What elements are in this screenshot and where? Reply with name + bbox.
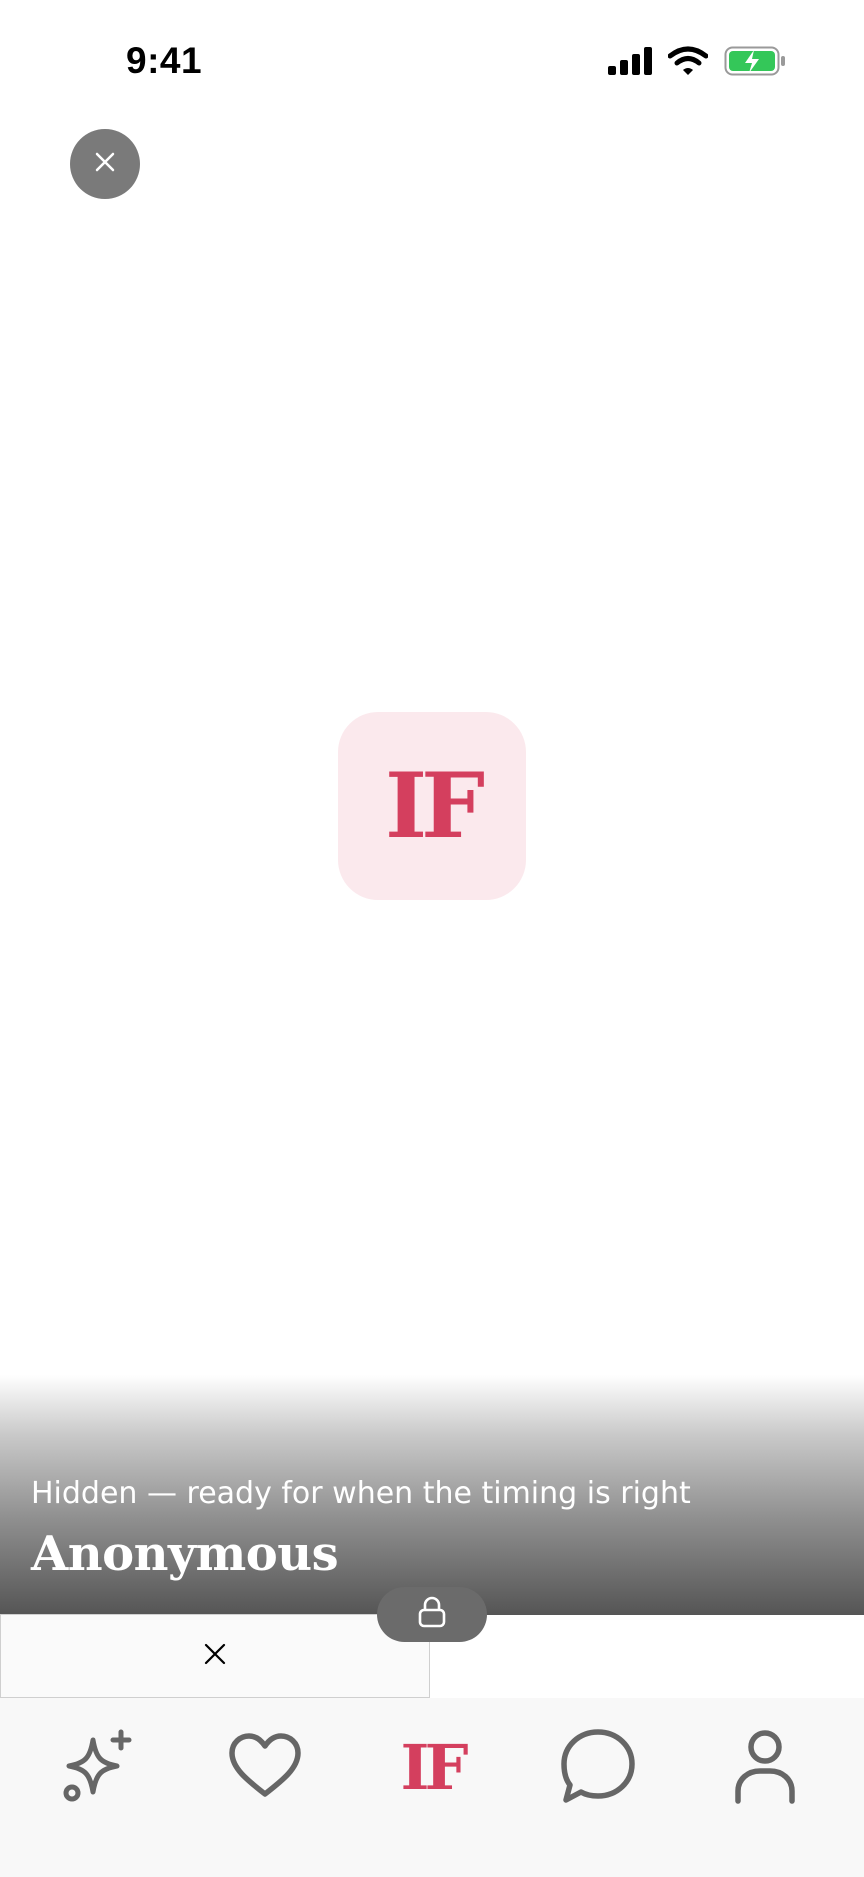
tab-home[interactable]: IF [382, 1718, 482, 1818]
status-icons [608, 46, 786, 81]
cellular-signal-icon [608, 47, 652, 80]
wifi-icon [667, 46, 709, 81]
logo-text: IF [385, 753, 485, 859]
heart-icon [227, 1732, 303, 1805]
tab-likes[interactable] [215, 1718, 315, 1818]
lock-button[interactable] [377, 1587, 487, 1642]
sparkles-icon [59, 1726, 139, 1811]
tab-chats[interactable] [548, 1718, 648, 1818]
dismiss-button[interactable] [0, 1614, 430, 1698]
status-time: 9:41 [126, 40, 203, 81]
chat-bubble-icon [558, 1726, 638, 1811]
logo-placeholder: IF [338, 712, 526, 900]
close-button[interactable] [70, 129, 140, 199]
tab-home-logo: IF [400, 1731, 468, 1804]
battery-charging-icon [724, 46, 786, 81]
tab-discover[interactable] [49, 1718, 149, 1818]
profile-name: Anonymous [31, 1526, 339, 1582]
close-icon [94, 151, 116, 178]
tab-profile[interactable] [715, 1718, 815, 1818]
profile-subtitle: Hidden — ready for when the timing is ri… [31, 1476, 691, 1511]
close-icon [204, 1643, 226, 1670]
status-bar: 9:41 [0, 0, 864, 110]
lock-icon [417, 1596, 447, 1633]
tab-bar: IF [0, 1698, 864, 1877]
user-icon [733, 1727, 797, 1810]
